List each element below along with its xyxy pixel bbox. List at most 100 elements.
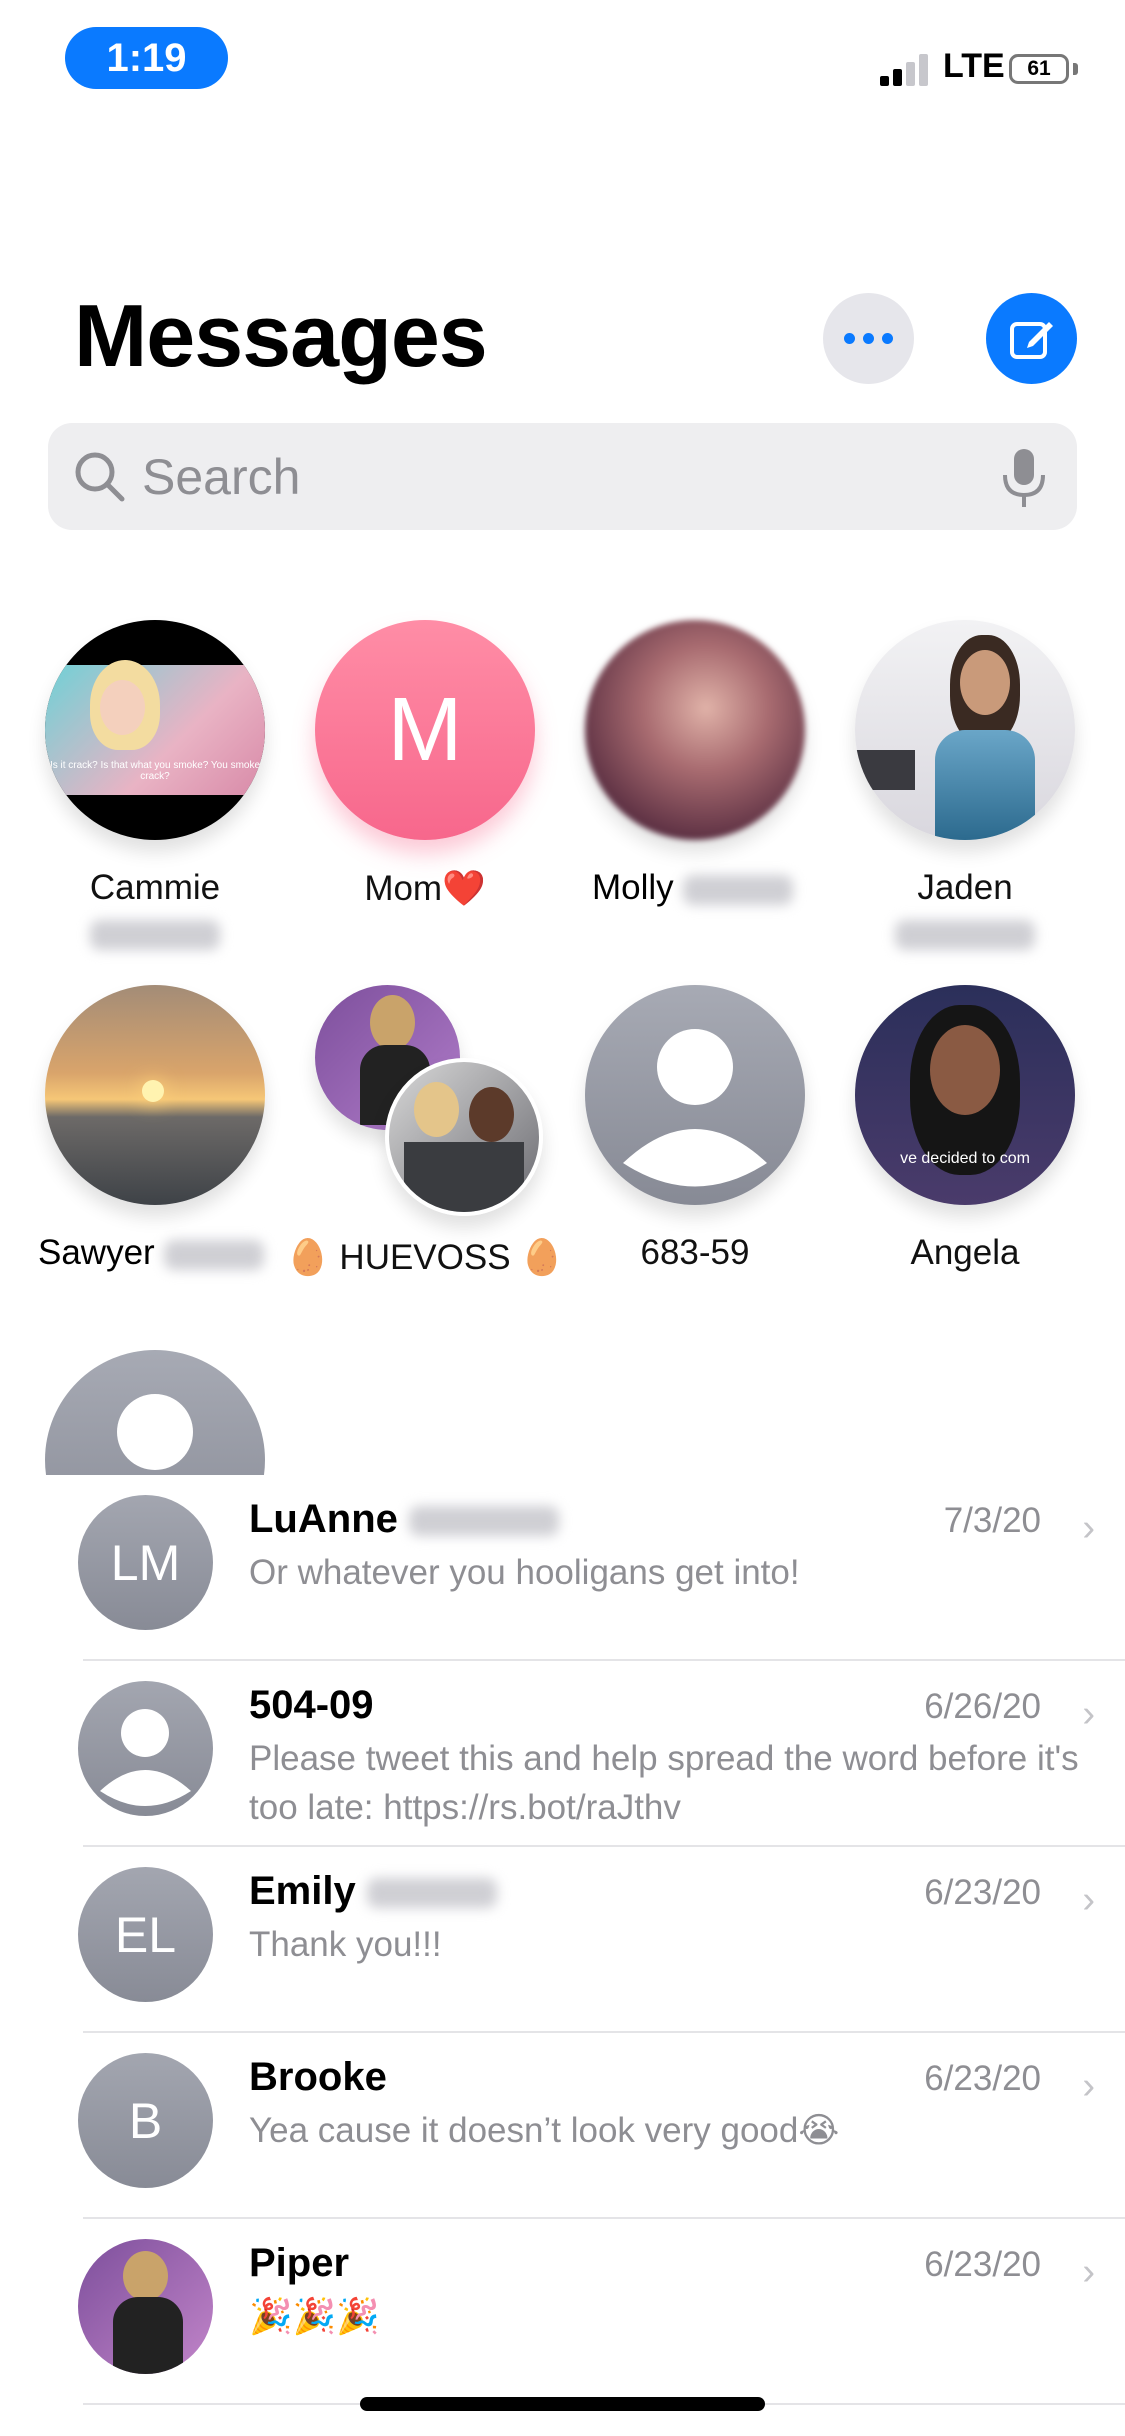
pinned-contact-partial[interactable] bbox=[45, 1350, 265, 1475]
contact-name: 504-09 bbox=[249, 1683, 374, 1727]
network-type: LTE bbox=[943, 47, 1005, 85]
contact-name: LuAnne bbox=[249, 1497, 559, 1542]
pinned-name-label: Cammie bbox=[89, 868, 221, 907]
blur bbox=[90, 920, 220, 950]
avatar: Is it crack? Is that what you smoke? You… bbox=[45, 620, 265, 840]
pinned-name: Jaden bbox=[815, 868, 1115, 908]
contact-name: Brooke bbox=[249, 2055, 387, 2099]
pinned-name: Mom❤️ bbox=[275, 868, 575, 909]
avatar: EL bbox=[78, 1867, 213, 2002]
avatar: M bbox=[315, 620, 535, 840]
blur bbox=[164, 1239, 265, 1270]
pinned-name: Molly bbox=[592, 868, 794, 908]
conversation-row[interactable]: Piper 6/23/20 › 🎉🎉🎉 bbox=[0, 2219, 1125, 2405]
avatar-caption: ve decided to com bbox=[900, 1150, 1030, 1167]
message-preview: Yea cause it doesn’t look very good😭 bbox=[249, 2111, 840, 2150]
pinned-name-label: Sawyer bbox=[38, 1233, 155, 1272]
avatar: LM bbox=[78, 1495, 213, 1630]
avatar-caption: Is it crack? Is that what you smoke? You… bbox=[49, 760, 261, 782]
cellular-signal-icon bbox=[880, 52, 932, 86]
avatar: B bbox=[78, 2053, 213, 2188]
message-date: 6/23/20 bbox=[924, 2245, 1041, 2284]
message-date: 7/3/20 bbox=[943, 1501, 1041, 1540]
battery-icon: 61 bbox=[1009, 54, 1069, 84]
search-input[interactable] bbox=[140, 441, 974, 513]
chevron-right-icon: › bbox=[1082, 2065, 1095, 2107]
contact-name: Emily bbox=[249, 1869, 497, 1914]
conversation-row[interactable]: B Brooke 6/23/20 › Yea cause it doesn’t … bbox=[0, 2033, 1125, 2219]
status-time[interactable]: 1:19 bbox=[65, 27, 228, 89]
redacted-surname bbox=[895, 920, 1035, 950]
pinned-contact-683-59[interactable]: 683-59 bbox=[585, 985, 805, 1285]
person-icon bbox=[623, 1029, 767, 1187]
pinned-name-label: Molly bbox=[592, 868, 674, 907]
person-icon bbox=[117, 1394, 193, 1470]
redacted-surname bbox=[90, 920, 220, 950]
avatar bbox=[78, 2239, 213, 2374]
pinned-name: 🥚 HUEVOSS 🥚 bbox=[275, 1237, 575, 1278]
blur bbox=[409, 1506, 559, 1537]
pinned-name-label: Jaden bbox=[917, 868, 1013, 907]
message-preview: Or whatever you hooligans get into! bbox=[249, 1553, 800, 1592]
pinned-name-label: 🥚 HUEVOSS 🥚 bbox=[286, 1238, 564, 1277]
avatar bbox=[855, 620, 1075, 840]
group-avatar-front bbox=[385, 1058, 543, 1216]
pinned-contact-cammie[interactable]: Is it crack? Is that what you smoke? You… bbox=[45, 620, 265, 950]
page-title: Messages bbox=[74, 286, 488, 385]
message-preview: 🎉🎉🎉 bbox=[249, 2297, 380, 2336]
message-date: 6/26/20 bbox=[924, 1687, 1041, 1726]
message-preview: Thank you!!! bbox=[249, 1925, 442, 1964]
pinned-group-huevoss[interactable]: 🥚 HUEVOSS 🥚 bbox=[286, 985, 565, 1305]
pinned-contact-mom[interactable]: M Mom❤️ bbox=[315, 620, 535, 920]
pinned-contact-molly[interactable]: Molly bbox=[585, 620, 805, 920]
avatar-initials: B bbox=[128, 2092, 163, 2149]
avatar bbox=[45, 985, 265, 1205]
conversation-row[interactable]: 504-09 6/26/20 › Please tweet this and h… bbox=[0, 1661, 1125, 1847]
blur bbox=[366, 1878, 497, 1909]
compose-icon bbox=[1009, 321, 1053, 359]
avatar bbox=[78, 1681, 213, 1816]
ellipsis-dot bbox=[882, 333, 893, 344]
avatar bbox=[45, 1350, 265, 1475]
battery-level: 61 bbox=[1027, 57, 1051, 80]
chevron-right-icon: › bbox=[1082, 1693, 1095, 1735]
avatar bbox=[585, 620, 805, 840]
pinned-name-label: Mom❤️ bbox=[364, 869, 486, 908]
search-icon bbox=[75, 452, 125, 502]
avatar bbox=[585, 985, 805, 1205]
compose-button[interactable] bbox=[986, 293, 1077, 384]
blur bbox=[683, 874, 794, 905]
home-indicator[interactable] bbox=[360, 2397, 765, 2411]
pinned-name-label: 683-59 bbox=[640, 1233, 750, 1272]
pinned-contact-angela[interactable]: ve decided to com Angela bbox=[855, 985, 1075, 1285]
avatar-initials: EL bbox=[114, 1906, 177, 1963]
avatar: ve decided to com bbox=[855, 985, 1075, 1205]
chevron-right-icon: › bbox=[1082, 1879, 1095, 1921]
avatar-initials: LM bbox=[110, 1534, 181, 1591]
pinned-name: Cammie bbox=[5, 868, 305, 908]
microphone-icon[interactable] bbox=[999, 447, 1049, 509]
conversation-row[interactable]: LM LuAnne 7/3/20 › Or whatever you hooli… bbox=[0, 1475, 1125, 1661]
ellipsis-dot bbox=[863, 333, 874, 344]
conversation-row[interactable]: EL Emily 6/23/20 › Thank you!!! bbox=[0, 1847, 1125, 2033]
search-bar[interactable] bbox=[48, 423, 1077, 530]
pinned-name: 683-59 bbox=[545, 1233, 845, 1273]
pinned-name: Sawyer bbox=[38, 1233, 265, 1273]
contact-name: Piper bbox=[249, 2241, 350, 2285]
pinned-name: Angela bbox=[815, 1233, 1115, 1273]
message-preview: Please tweet this and help spread the wo… bbox=[249, 1739, 1079, 1827]
avatar-initial: M bbox=[387, 679, 463, 780]
ellipsis-icon bbox=[844, 333, 855, 344]
person-icon bbox=[100, 1709, 191, 1806]
message-date: 6/23/20 bbox=[924, 2059, 1041, 2098]
pinned-contact-sawyer[interactable]: Sawyer bbox=[38, 985, 265, 1285]
pinned-contact-jaden[interactable]: Jaden bbox=[855, 620, 1075, 950]
contact-name-text: LuAnne bbox=[249, 1497, 398, 1541]
message-date: 6/23/20 bbox=[924, 1873, 1041, 1912]
chevron-right-icon: › bbox=[1082, 2251, 1095, 2293]
chevron-right-icon: › bbox=[1082, 1507, 1095, 1549]
blur bbox=[895, 920, 1035, 950]
pinned-name-label: Angela bbox=[910, 1233, 1020, 1272]
contact-name-text: Emily bbox=[249, 1869, 356, 1913]
more-options-button[interactable] bbox=[823, 293, 914, 384]
